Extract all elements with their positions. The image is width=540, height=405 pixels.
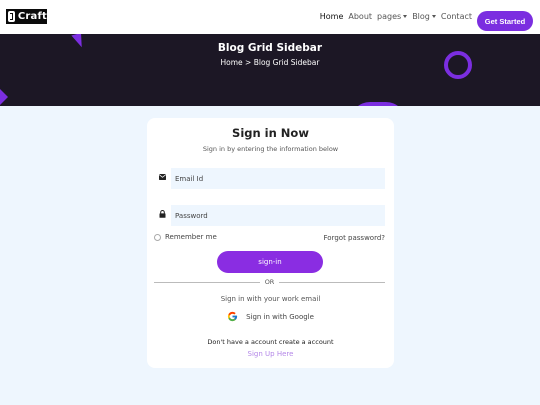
nav-item-pages[interactable]: pages	[377, 12, 408, 21]
decorative-semicircle	[350, 102, 406, 106]
nav-item-blog-label: Blog	[412, 12, 430, 21]
envelope-icon	[158, 174, 167, 182]
nav-item-pages-label: pages	[377, 12, 402, 21]
nav-item-blog[interactable]: Blog	[412, 12, 436, 21]
forgot-password-link[interactable]: Forgot password?	[324, 234, 385, 242]
brand-name: Craft	[17, 11, 47, 22]
chevron-down-icon	[403, 15, 408, 18]
remember-label: Remember me	[165, 233, 217, 241]
work-email-label: Sign in with your work email	[220, 295, 321, 303]
signin-card: Sign in Now Sign in by entering the info…	[147, 118, 394, 368]
google-signin-button[interactable]: Sign in with Google	[147, 311, 394, 322]
email-input[interactable]	[171, 168, 385, 189]
nav-item-about[interactable]: About	[348, 12, 372, 21]
signin-title: Sign in Now	[232, 126, 309, 140]
lock-icon	[159, 210, 166, 220]
divider-line	[279, 281, 386, 283]
nav-item-home[interactable]: Home	[320, 12, 344, 21]
or-label: OR	[264, 278, 275, 286]
or-divider: OR	[154, 278, 386, 286]
google-signin-label: Sign in with Google	[246, 312, 314, 321]
decorative-triangle	[0, 87, 8, 106]
nav-item-contact[interactable]: Contact	[441, 12, 472, 21]
remember-checkbox[interactable]	[154, 233, 161, 241]
signup-link[interactable]: Sign Up Here	[147, 350, 394, 358]
remember-me[interactable]: Remember me	[154, 233, 217, 241]
no-account-text: Don't have a account create a account	[207, 338, 334, 346]
get-started-button[interactable]: Get Started	[477, 11, 533, 31]
breadcrumb[interactable]: Home > Blog Grid Sidebar	[0, 58, 540, 67]
password-input[interactable]	[171, 205, 385, 226]
google-icon	[227, 311, 238, 322]
chevron-down-icon	[431, 15, 436, 18]
page-title: Blog Grid Sidebar	[217, 42, 323, 54]
signin-subtitle: Sign in by entering the information belo…	[202, 145, 339, 153]
logo-icon	[8, 11, 15, 22]
signin-button[interactable]: sign-in	[217, 251, 323, 273]
navbar: Craft Home About pages Blog Contact Get …	[0, 0, 540, 34]
page-header: Blog Grid Sidebar Home > Blog Grid Sideb…	[0, 34, 540, 106]
brand-logo[interactable]: Craft	[6, 9, 47, 24]
divider-line	[154, 281, 260, 283]
main-nav: Home About pages Blog Contact	[320, 12, 472, 21]
